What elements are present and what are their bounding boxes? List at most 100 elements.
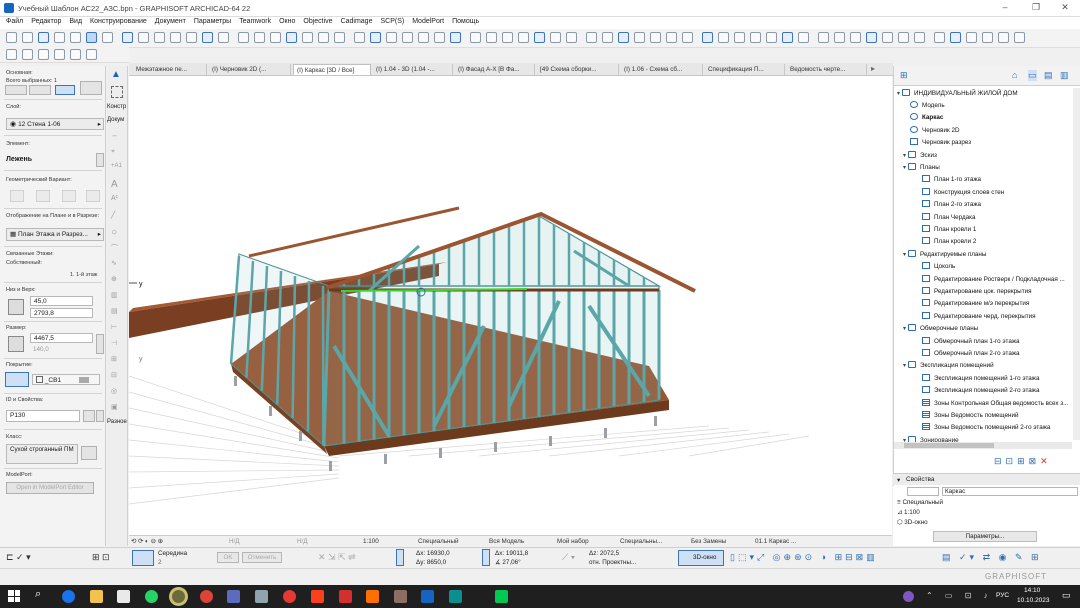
render-tool-button[interactable] <box>650 32 661 43</box>
snap-tool-button[interactable] <box>966 32 977 43</box>
circle-tool-icon[interactable]: ○ <box>111 227 123 239</box>
label-tool-button[interactable] <box>502 32 513 43</box>
display-select[interactable]: ▦ План Этажа и Разрез... ▸ <box>6 228 104 241</box>
tab-frame-3d[interactable]: (I) Каркас [3D / Все] <box>293 64 371 75</box>
layers-info-button[interactable] <box>54 49 65 60</box>
magic-tool-button[interactable] <box>70 32 81 43</box>
arrow-tool-button[interactable] <box>54 32 65 43</box>
window-tool-button[interactable] <box>370 32 381 43</box>
grid-tool-button[interactable] <box>386 32 397 43</box>
move-tool-button[interactable] <box>766 32 777 43</box>
yandex-icon[interactable] <box>311 590 324 603</box>
info-info-button[interactable] <box>22 49 33 60</box>
view-pen-set[interactable]: Мой набор <box>557 538 589 545</box>
nav-item[interactable]: Редактирование цок. перекрытия <box>922 287 1032 299</box>
nav-item[interactable]: Каркас <box>910 113 943 125</box>
input-language[interactable]: РУС <box>996 592 1009 599</box>
beam-tool-button[interactable] <box>302 32 313 43</box>
object-tool-button[interactable] <box>334 32 345 43</box>
project-map-icon[interactable]: ⌂ <box>1012 70 1017 80</box>
nav-item[interactable]: Редактирование черд. перекрытия <box>922 311 1036 324</box>
length-field[interactable]: 4467,5 <box>30 333 93 343</box>
clock-time[interactable]: 14:10 <box>1024 587 1040 594</box>
nav-item[interactable]: Экспликация помещений 1-го этажа <box>922 373 1040 386</box>
details-tool-button[interactable] <box>718 32 729 43</box>
app-icon-5[interactable] <box>495 590 508 603</box>
magnify-tool-button[interactable] <box>998 32 1009 43</box>
calculator-icon[interactable] <box>255 590 268 603</box>
view-override[interactable]: Без Замены <box>691 538 726 545</box>
camera-tool-icon[interactable]: ▣ <box>111 403 123 415</box>
mirror-tool-button[interactable] <box>798 32 809 43</box>
layer-select[interactable]: ◉ 12 Стена 1-06 ▸ <box>6 118 104 130</box>
nav-horizontal-scrollbar[interactable] <box>894 442 1072 449</box>
menu-teamwork[interactable]: Teamwork <box>235 17 275 25</box>
nav-item[interactable]: Зоны Ведомость помещений <box>922 411 1019 423</box>
select-tool-button[interactable] <box>138 32 149 43</box>
solid-tool-button[interactable] <box>950 32 961 43</box>
system-tray-icons[interactable]: ⌃ ▭ ⊡ ♪ <box>926 591 993 600</box>
maximize-button[interactable]: ❐ <box>1021 2 1051 14</box>
roof-tool-button[interactable] <box>286 32 297 43</box>
hotspot-tool-icon[interactable]: ⊕ <box>111 275 123 287</box>
surface-select[interactable]: _СВ1 <box>32 374 100 385</box>
teamwork-tool-button[interactable] <box>618 32 629 43</box>
tray-app-icon[interactable] <box>903 591 914 602</box>
file-explorer-icon[interactable] <box>90 590 103 603</box>
nav-item[interactable]: Модель <box>910 101 945 113</box>
ok-button[interactable]: OK <box>217 552 239 563</box>
pet-tool-button[interactable] <box>38 32 49 43</box>
doc-tool-button[interactable] <box>750 32 761 43</box>
nav-item[interactable]: Зоны Контрольная Общая ведомость всех з.… <box>922 398 1068 411</box>
properties-name-field[interactable]: Каркас <box>942 487 1078 496</box>
redo-tool-button[interactable] <box>22 32 33 43</box>
menu-view[interactable]: Вид <box>65 17 86 25</box>
selection-settings-button[interactable] <box>5 85 27 95</box>
polar-distance-readout[interactable]: Δx: 19011,8 <box>495 550 528 557</box>
shell-tool-button[interactable] <box>434 32 445 43</box>
zoom-tool-button[interactable] <box>154 32 165 43</box>
chevron-down-icon[interactable]: ▾ <box>903 326 906 332</box>
measure-info-button[interactable] <box>70 49 81 60</box>
view-na-2[interactable]: Н/Д <box>297 538 308 545</box>
calc-tool-button[interactable] <box>634 32 645 43</box>
offset-tool-button[interactable] <box>818 32 829 43</box>
cancel-button[interactable]: Отменить <box>242 552 282 563</box>
menu-objective[interactable]: Objective <box>299 17 336 25</box>
wall-tool-button[interactable] <box>238 32 249 43</box>
zone-tool-button[interactable] <box>402 32 413 43</box>
guide-lines-button[interactable] <box>132 550 154 566</box>
plane-tool-button[interactable] <box>1014 32 1025 43</box>
nav-item[interactable]: План кровли 1 <box>922 225 976 237</box>
geometry-variant-3[interactable] <box>62 190 76 202</box>
properties-id-field[interactable] <box>907 487 939 496</box>
level-dim-tool-icon[interactable]: +A1 <box>111 163 123 175</box>
chevron-down-icon[interactable]: ▾ <box>903 165 906 171</box>
rotate-tool-button[interactable] <box>782 32 793 43</box>
edge-icon[interactable] <box>62 590 75 603</box>
dimension-tool-button[interactable] <box>470 32 481 43</box>
worksheet-tool-icon[interactable]: ⊟ <box>111 371 123 383</box>
beam-type-button[interactable] <box>55 85 75 95</box>
publisher-icon[interactable]: ▥ <box>1060 70 1069 81</box>
nav-item[interactable]: Редактирование м/э перекрытия <box>922 299 1029 311</box>
tab-assembly-scheme[interactable]: [49 Схема сборки... <box>537 64 619 75</box>
tab-draft-2d[interactable]: (I) Черновик 2D (... <box>209 64 291 75</box>
coordinate-mode-icons[interactable]: ✕ ⇲ ⇱ ⇌ <box>318 552 356 563</box>
drawing-tool-icon[interactable]: ▤ <box>111 307 123 319</box>
radial-dim-tool-icon[interactable]: ⌖ <box>111 148 123 160</box>
mesh-tool-button[interactable] <box>418 32 429 43</box>
parameters-button[interactable]: Параметры... <box>933 531 1037 542</box>
menu-modelport[interactable]: ModelPort <box>408 17 448 25</box>
stair-tool-button[interactable] <box>270 32 281 43</box>
line-tool-icon[interactable]: ╱ <box>111 211 123 223</box>
group-tool-button[interactable] <box>914 32 925 43</box>
windows-start-icon[interactable] <box>8 590 20 602</box>
plan-tool-button[interactable] <box>682 32 693 43</box>
column-tool-button[interactable] <box>318 32 329 43</box>
id-field[interactable]: Р130 <box>6 410 80 422</box>
3d-viewport[interactable]: y y <box>129 76 892 535</box>
door-tool-button[interactable] <box>354 32 365 43</box>
delta-toggle[interactable] <box>396 549 404 566</box>
tab-104-3d[interactable]: (I) 1.04 - 3D (1.04 -... <box>373 64 453 75</box>
